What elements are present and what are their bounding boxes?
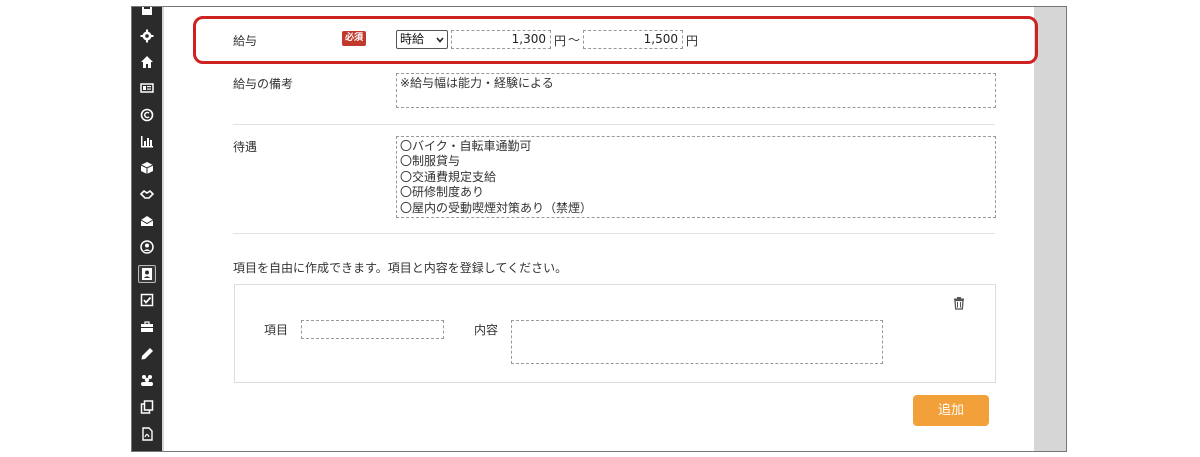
benefit-line: 〇研修制度あり bbox=[400, 185, 485, 200]
salary-note-label: 給与の備考 bbox=[233, 77, 294, 91]
benefits-textarea[interactable]: 〇バイク・自転車通勤可 〇制服貸与 〇交通費規定支給 〇研修制度あり 〇屋内の受… bbox=[396, 136, 996, 218]
item-input[interactable] bbox=[301, 320, 444, 339]
briefcase-icon[interactable] bbox=[140, 320, 154, 334]
copyright-icon[interactable] bbox=[140, 108, 154, 122]
save-icon[interactable] bbox=[140, 7, 154, 17]
user-circle-icon[interactable] bbox=[140, 240, 154, 254]
benefit-line: 〇バイク・自転車通勤可 bbox=[400, 139, 532, 153]
gear-icon[interactable] bbox=[140, 29, 154, 43]
copy-icon[interactable] bbox=[140, 400, 154, 414]
trash-icon[interactable] bbox=[952, 296, 966, 310]
sidebar bbox=[132, 7, 162, 451]
id-card-icon[interactable] bbox=[140, 81, 154, 95]
benefit-line: 〇交通費規定支給 bbox=[400, 169, 497, 184]
benefits-label: 待遇 bbox=[233, 140, 258, 154]
benefit-line: 〇制服貸与 bbox=[400, 154, 461, 169]
pdf-icon[interactable] bbox=[140, 427, 154, 441]
divider bbox=[233, 233, 995, 234]
divider bbox=[233, 124, 995, 125]
content-textarea[interactable] bbox=[511, 320, 883, 364]
address-book-icon[interactable] bbox=[138, 265, 156, 283]
pencil-icon[interactable] bbox=[140, 347, 154, 361]
custom-instruction: 項目を自由に作成できます。項目と内容を登録してください。 bbox=[233, 261, 568, 275]
chart-icon[interactable] bbox=[140, 134, 154, 148]
add-button[interactable]: 追加 bbox=[913, 395, 989, 426]
salary-highlight bbox=[193, 16, 1038, 64]
checkbox-icon[interactable] bbox=[140, 293, 154, 307]
content-label: 内容 bbox=[474, 323, 499, 337]
cube-icon[interactable] bbox=[140, 161, 154, 175]
handshake-icon[interactable] bbox=[140, 187, 154, 201]
benefit-line: 〇屋内の受動喫煙対策あり（禁煙） bbox=[400, 200, 593, 215]
group-icon[interactable] bbox=[140, 373, 154, 387]
home-icon[interactable] bbox=[140, 55, 154, 69]
salary-note-textarea[interactable]: ※給与幅は能力・経験による bbox=[396, 73, 996, 108]
item-label: 項目 bbox=[264, 323, 289, 337]
envelope-icon[interactable] bbox=[140, 214, 154, 228]
